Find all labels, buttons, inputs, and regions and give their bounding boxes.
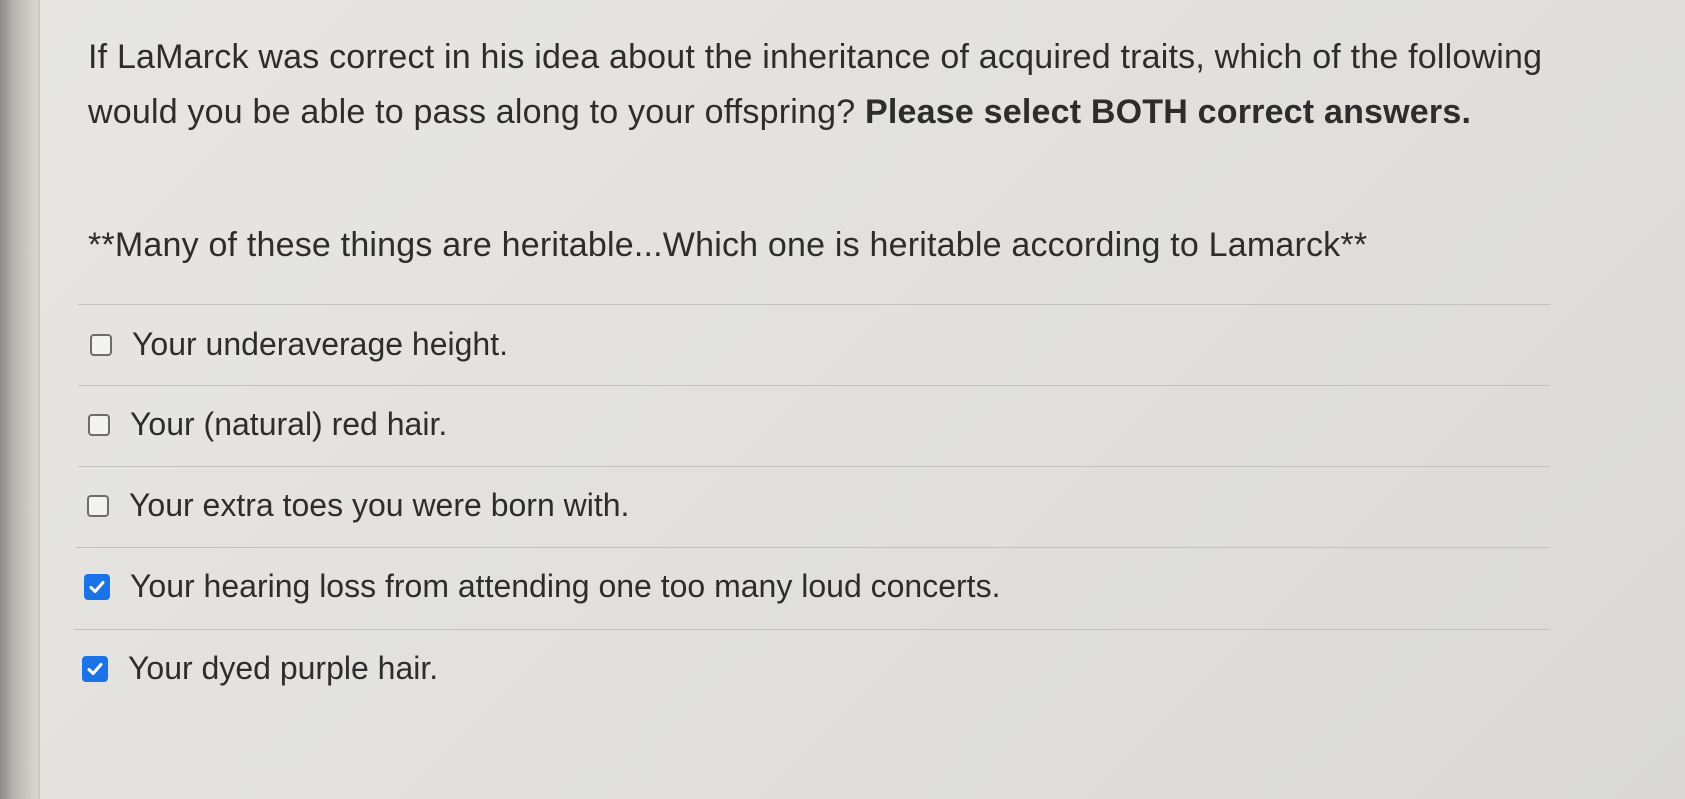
page-edge [0, 0, 38, 799]
checkbox-unchecked-icon[interactable] [90, 333, 112, 356]
divider [76, 547, 1550, 548]
answer-option-4[interactable]: Your hearing loss from attending one too… [84, 568, 1000, 605]
answer-label: Your dyed purple hair. [128, 650, 439, 686]
divider [78, 304, 1550, 305]
divider [78, 466, 1550, 467]
answer-option-3[interactable]: Your extra toes you were born with. [87, 487, 629, 524]
question-note: **Many of these things are heritable...W… [88, 226, 1368, 264]
checkbox-unchecked-icon[interactable] [87, 494, 109, 517]
answer-label: Your hearing loss from attending one too… [130, 568, 1001, 604]
question-text: If LaMarck was correct in his idea about… [88, 30, 1628, 140]
answer-option-5[interactable]: Your dyed purple hair. [82, 650, 438, 687]
checkbox-checked[interactable] [82, 655, 108, 682]
divider [74, 629, 1550, 630]
divider [78, 385, 1550, 386]
answer-label: Your underaverage height. [132, 326, 508, 362]
checkmark-icon [87, 662, 103, 675]
question-card: If LaMarck was correct in his idea about… [38, 0, 1685, 799]
answer-label: Your (natural) red hair. [130, 406, 448, 442]
answer-option-2[interactable]: Your (natural) red hair. [88, 406, 447, 443]
question-instruction: Please select BOTH correct answers. [865, 93, 1472, 131]
answer-label: Your extra toes you were born with. [129, 487, 630, 523]
checkmark-icon [89, 580, 105, 593]
answer-option-1[interactable]: Your underaverage height. [90, 326, 508, 363]
checkbox-checked[interactable] [84, 573, 110, 600]
checkbox-unchecked-icon[interactable] [88, 413, 110, 436]
